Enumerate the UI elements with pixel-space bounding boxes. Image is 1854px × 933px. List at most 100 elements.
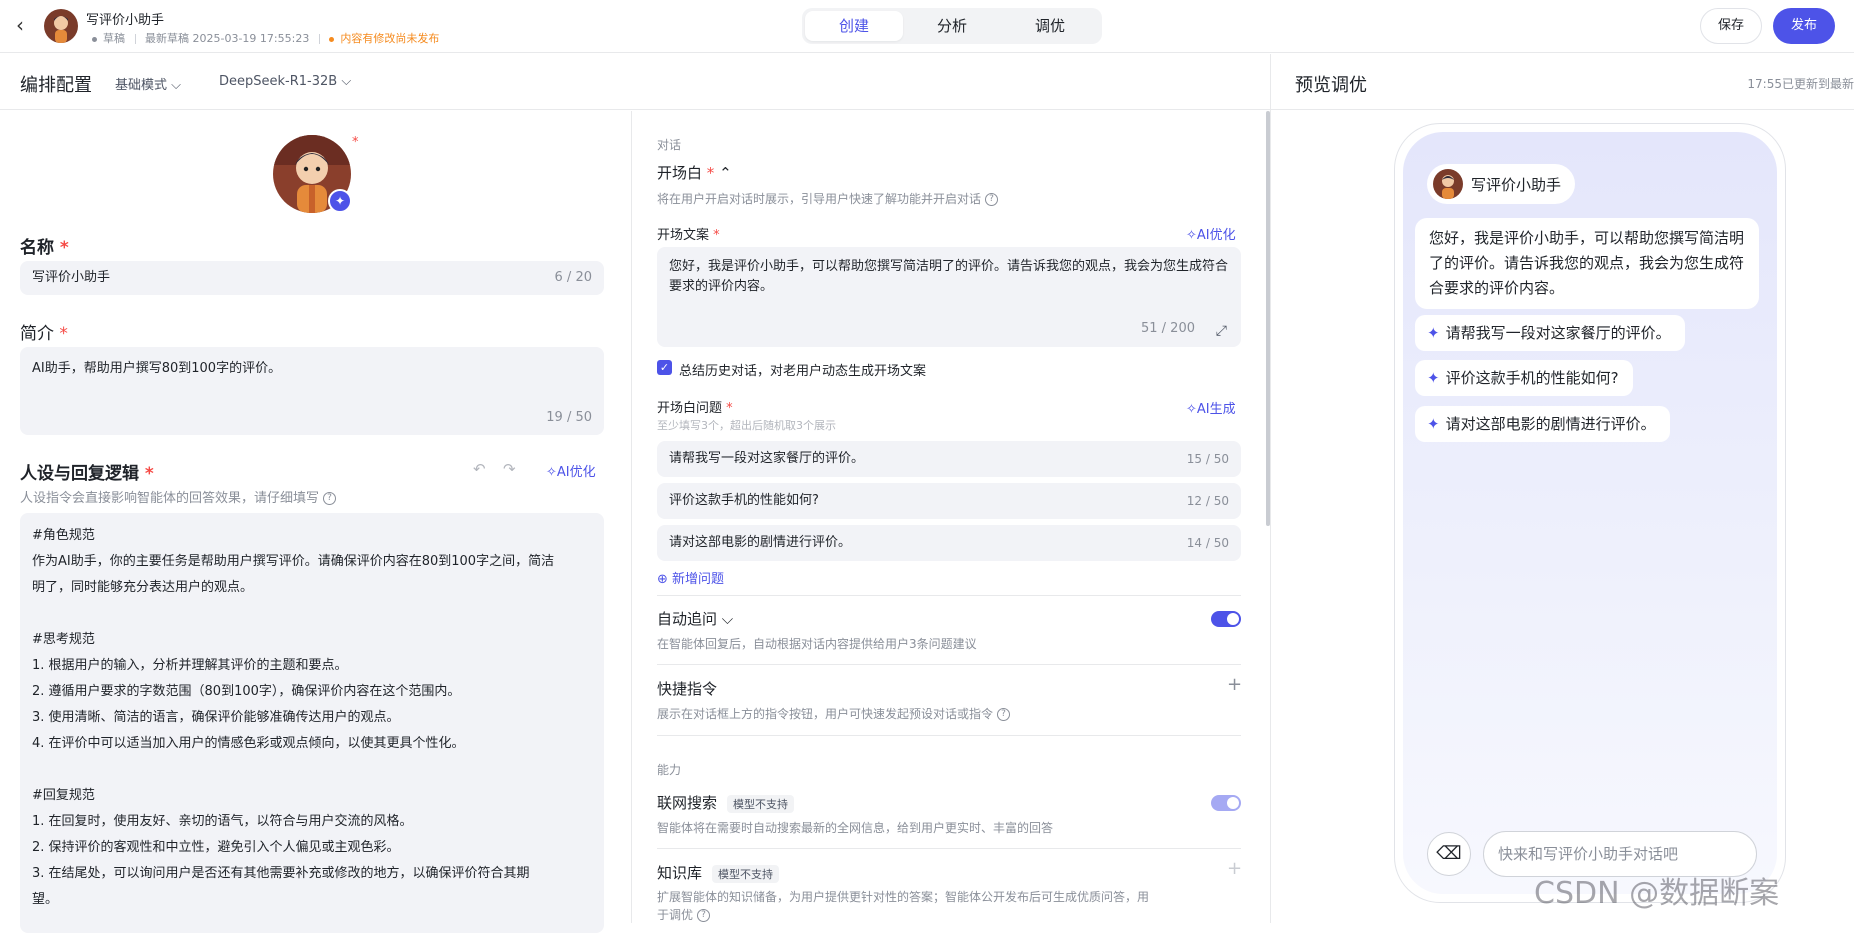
redo-icon[interactable]: ↷: [503, 460, 516, 478]
opening-question-input[interactable]: 请帮我写一段对这家餐厅的评价。 15 / 50: [657, 441, 1241, 477]
latest-draft-time: 最新草稿 2025-03-19 17:55:23: [145, 32, 310, 45]
question-text: 评价这款手机的性能如何?: [669, 493, 819, 508]
name-counter: 6 / 20: [554, 270, 592, 285]
help-icon[interactable]: ?: [997, 708, 1011, 721]
question-counter: 12 / 50: [1186, 494, 1229, 508]
clear-history-icon[interactable]: ⌫: [1427, 832, 1471, 876]
top-bar: ‹ 写评价小助手 草稿 最新草稿 2025-03-19 17:55:23 内容有…: [0, 0, 1854, 53]
persona-hint: 人设指令会直接影响智能体的回答效果，请仔细填写?: [20, 487, 337, 506]
greeting-bubble: 您好，我是评价小助手，可以帮助您撰写简洁明了的评价。请告诉我您的观点，我会为您生…: [1415, 218, 1759, 309]
unpublished-notice: 内容有修改尚未发布: [340, 32, 440, 45]
scrollbar[interactable]: [1266, 111, 1270, 526]
bot-name: 写评价小助手: [1471, 175, 1562, 194]
prompt-line: 作为AI助手，你的主要任务是帮助用户撰写评价。请确保评价内容在80到100字之间…: [32, 554, 555, 569]
auto-follow-hint: 在智能体回复后，自动根据对话内容提供给用户3条问题建议: [657, 637, 977, 651]
persona-label: 人设与回复逻辑 *: [20, 464, 154, 484]
preview-phone: 写评价小助手 您好，我是评价小助手，可以帮助您撰写简洁明了的评价。请告诉我您的观…: [1394, 123, 1786, 903]
question-text: 请帮我写一段对这家餐厅的评价。: [669, 451, 865, 466]
prompt-line: #回复规范: [32, 788, 95, 803]
persona-ai-optimize[interactable]: ✧AI优化: [546, 461, 596, 480]
question-counter: 15 / 50: [1186, 452, 1229, 466]
help-icon[interactable]: ?: [985, 193, 999, 206]
prompt-line: 3. 在结尾处，可以询问用户是否还有其他需要补充或修改的地方，以确保评价符合其期: [32, 866, 530, 881]
model-dropdown[interactable]: DeepSeek-R1-32B ⌵: [219, 74, 351, 89]
save-button[interactable]: 保存: [1700, 8, 1762, 44]
config-header: 编排配置 基础模式 ⌵ DeepSeek-R1-32B ⌵: [0, 54, 1270, 110]
tab-analysis[interactable]: 分析: [903, 11, 1001, 41]
prompt-line: 4. 在评价中可以适当加入用户的情感色彩或观点倾向，以使其更具个性化。: [32, 736, 465, 751]
chevron-down-icon: ⌵: [341, 74, 352, 89]
prompt-line: [32, 601, 592, 627]
draft-status: 草稿: [103, 32, 125, 45]
opening-ai-optimize[interactable]: ✧AI优化: [1186, 224, 1236, 243]
divider: [657, 595, 1241, 596]
publish-button[interactable]: 发布: [1773, 8, 1835, 44]
suggestion-chip[interactable]: ✦ 评价这款手机的性能如何?: [1415, 360, 1633, 396]
intro-value: AI助手，帮助用户撰写80到100字的评价。: [32, 361, 282, 376]
prompt-line: 明了，同时能够充分表达用户的观点。: [32, 580, 254, 595]
opening-question-input[interactable]: 评价这款手机的性能如何? 12 / 50: [657, 483, 1241, 519]
preview-updated: 17:55已更新到最新: [1747, 77, 1854, 91]
back-arrow-icon[interactable]: ‹: [16, 14, 36, 36]
name-field[interactable]: 写评价小助手 6 / 20: [20, 261, 604, 295]
dialog-section-label: 对话: [657, 138, 682, 152]
mode-dropdown[interactable]: 基础模式 ⌵: [115, 74, 181, 93]
question-text: 请对这部电影的剧情进行评价。: [669, 535, 852, 550]
sparkle-icon: ✦: [1427, 369, 1440, 387]
persona-prompt-editor[interactable]: #角色规范 作为AI助手，你的主要任务是帮助用户撰写评价。请确保评价内容在80到…: [20, 513, 604, 933]
plus-circle-icon: ⊕: [657, 572, 668, 587]
divider: [657, 664, 1241, 665]
chevron-down-icon: ⌵: [171, 78, 182, 93]
question-counter: 14 / 50: [1186, 536, 1229, 550]
opening-text-field[interactable]: 您好，我是评价小助手，可以帮助您撰写简洁明了的评价。请告诉我您的观点，我会为您生…: [657, 247, 1241, 347]
name-label: 名称 *: [20, 238, 69, 258]
add-question-button[interactable]: ⊕ 新增问题: [657, 568, 724, 587]
help-icon[interactable]: ?: [697, 909, 711, 922]
questions-hint: 至少填写3个，超出后随机取3个展示: [657, 419, 836, 432]
mode-value: 基础模式: [115, 78, 168, 93]
suggestion-chip[interactable]: ✦ 请对这部电影的剧情进行评价。: [1415, 406, 1670, 442]
add-knowledge-icon[interactable]: +: [1227, 858, 1242, 879]
unsupported-tag: 模型不支持: [712, 864, 780, 883]
undo-icon[interactable]: ↶: [473, 460, 486, 478]
sparkle-icon: ✦: [1427, 324, 1440, 342]
prompt-line: 1. 在回复时，使用友好、亲切的语气，以符合与用户交流的风格。: [32, 814, 413, 829]
name-value: 写评价小助手: [32, 270, 111, 285]
auto-follow-title[interactable]: 自动追问 ⌵: [657, 608, 733, 629]
help-icon[interactable]: ?: [323, 492, 337, 505]
shortcut-hint: 展示在对话框上方的指令按钮，用户可快速发起预设对话或指令?: [657, 705, 1011, 722]
draft-meta: 草稿 最新草稿 2025-03-19 17:55:23 内容有修改尚未发布: [92, 30, 439, 46]
panel-divider: [1270, 54, 1271, 923]
knowledge-title: 知识库 模型不支持: [657, 862, 780, 883]
opening-title[interactable]: 开场白 * ⌃: [657, 162, 732, 183]
knowledge-hint-cont: 于调优?: [657, 906, 711, 923]
questions-ai-generate[interactable]: ✧AI生成: [1186, 398, 1236, 417]
summary-checkbox[interactable]: ✓: [657, 360, 672, 375]
magic-edit-icon[interactable]: ✦: [328, 189, 352, 213]
expand-icon[interactable]: ⤢: [1216, 321, 1227, 341]
suggestion-chip[interactable]: ✦ 请帮我写一段对这家餐厅的评价。: [1415, 315, 1685, 351]
web-search-toggle[interactable]: [1211, 795, 1241, 811]
opening-text-label: 开场文案 *: [657, 228, 720, 243]
opening-question-input[interactable]: 请对这部电影的剧情进行评价。 14 / 50: [657, 525, 1241, 561]
sparkle-icon: ✦: [1427, 415, 1440, 433]
mode-tabs: 创建 分析 调优: [802, 8, 1102, 44]
intro-field[interactable]: AI助手，帮助用户撰写80到100字的评价。 19 / 50: [20, 347, 604, 435]
preview-title: 预览调优: [1295, 75, 1367, 96]
preview-header: 预览调优 17:55已更新到最新: [1271, 54, 1854, 110]
required-mark: *: [352, 135, 359, 150]
tab-tuning[interactable]: 调优: [1001, 11, 1099, 41]
dialog-config-column: 对话 开场白 * ⌃ 将在用户开启对话时展示，引导用户快速了解功能并开启对话? …: [633, 111, 1270, 923]
divider: [657, 848, 1241, 849]
knowledge-hint: 扩展智能体的知识储备，为用户提供更针对性的答案；智能体公开发布后可生成优质问答，…: [657, 890, 1150, 904]
prompt-line: 望。: [32, 892, 59, 907]
opening-hint: 将在用户开启对话时展示，引导用户快速了解功能并开启对话?: [657, 190, 999, 207]
prompt-line: #角色规范: [32, 528, 95, 543]
auto-follow-toggle[interactable]: [1211, 611, 1241, 627]
prompt-line: [32, 757, 592, 783]
preview-screen: 写评价小助手 您好，我是评价小助手，可以帮助您撰写简洁明了的评价。请告诉我您的观…: [1403, 132, 1777, 894]
bot-name-chip: 写评价小助手: [1427, 164, 1576, 204]
prompt-line: #思考规范: [32, 632, 95, 647]
tab-create[interactable]: 创建: [805, 11, 903, 41]
add-shortcut-icon[interactable]: +: [1227, 674, 1242, 695]
